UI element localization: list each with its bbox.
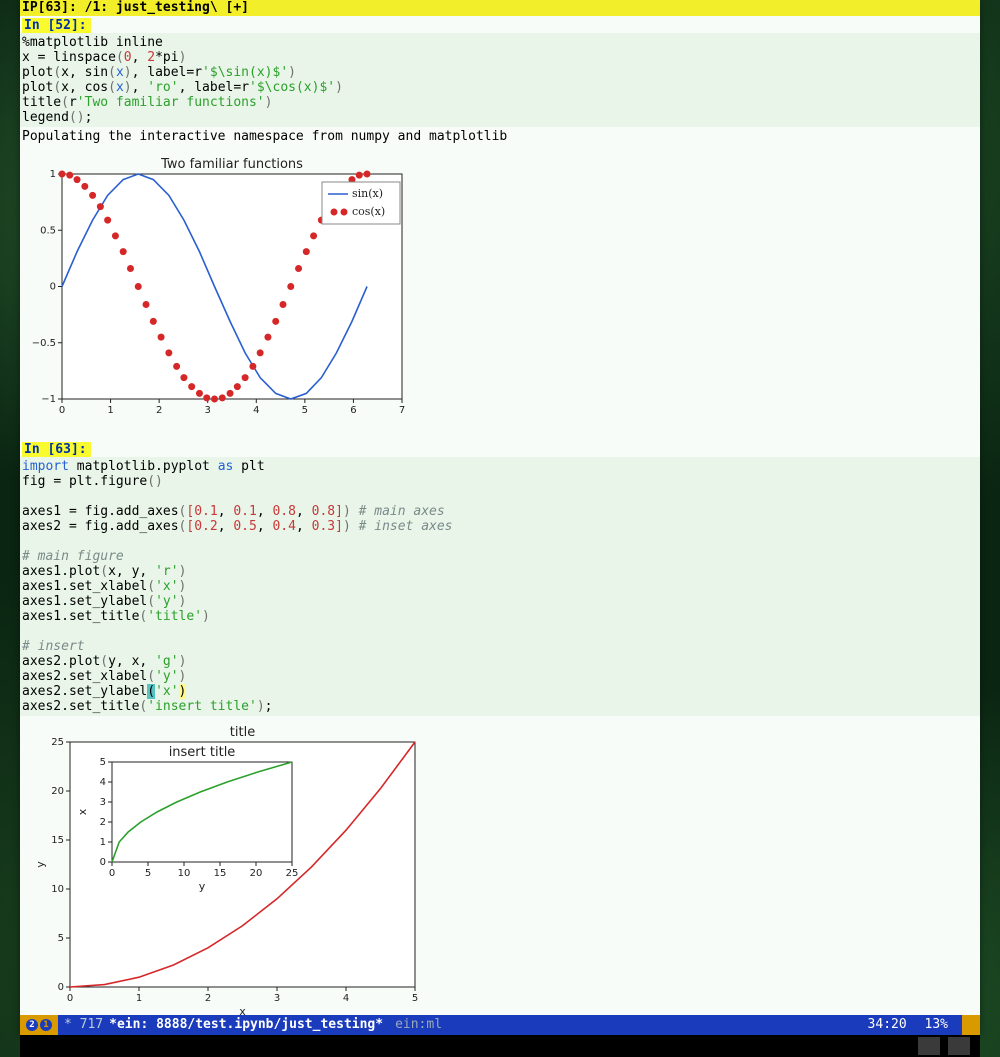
svg-text:0: 0 (50, 282, 56, 293)
svg-text:25: 25 (286, 868, 299, 879)
svg-text:6: 6 (350, 405, 356, 416)
svg-text:4: 4 (253, 405, 259, 416)
plot-sin-cos: 0 1 2 3 4 5 6 7 −1 −0.5 0 0.5 1 Two familiar function… (22, 152, 422, 422)
svg-text:4: 4 (343, 993, 349, 1004)
modeline-status: * 717 (58, 1015, 109, 1035)
svg-text:0: 0 (58, 982, 64, 993)
cell-prompt: In [52]: (22, 18, 91, 33)
svg-text:2: 2 (100, 817, 106, 828)
svg-text:0: 0 (100, 857, 106, 868)
svg-text:10: 10 (178, 868, 191, 879)
svg-text:1: 1 (100, 837, 106, 848)
svg-text:5: 5 (58, 933, 64, 944)
titlebar-text: IP[63]: /1: just_testing\ [+] (22, 0, 249, 15)
svg-text:20: 20 (250, 868, 263, 879)
svg-text:3: 3 (274, 993, 280, 1004)
svg-text:y: y (34, 861, 47, 868)
cell-stdout: Populating the interactive namespace fro… (20, 127, 980, 146)
plot-inset: 0 1 2 3 4 5 0 5 10 15 20 25 title x y 0 5 10 15 20 25 0 1 2 3 4 5 i… (22, 722, 452, 1022)
svg-text:15: 15 (51, 835, 64, 846)
svg-text:3: 3 (100, 797, 106, 808)
minibuffer[interactable] (20, 1035, 980, 1057)
modeline-mode: ein:ml (383, 1015, 442, 1035)
svg-text:−1: −1 (41, 394, 56, 405)
modeline-position: 34:20 (868, 1017, 907, 1032)
svg-text:10: 10 (51, 884, 64, 895)
cell-code[interactable]: %matplotlib inlinex = linspace(0, 2*pi)p… (20, 33, 980, 127)
svg-text:1: 1 (136, 993, 142, 1004)
svg-text:4: 4 (100, 777, 106, 788)
svg-text:insert title: insert title (169, 745, 236, 760)
svg-text:15: 15 (214, 868, 227, 879)
svg-text:0: 0 (59, 405, 65, 416)
svg-text:cos(x): cos(x) (352, 205, 385, 218)
svg-text:x: x (76, 808, 89, 815)
modeline-percent: 13% (915, 1017, 958, 1032)
svg-text:5: 5 (412, 993, 418, 1004)
notebook-cell[interactable]: In [52]: %matplotlib inlinex = linspace(… (20, 16, 980, 440)
modeline-buffer: *ein: 8888/test.ipynb/just_testing* (109, 1015, 383, 1035)
svg-text:2: 2 (156, 405, 162, 416)
svg-text:0: 0 (67, 993, 73, 1004)
svg-text:5: 5 (145, 868, 151, 879)
window-titlebar: IP[63]: /1: just_testing\ [+] (20, 0, 980, 16)
svg-text:title: title (230, 725, 255, 740)
svg-text:2: 2 (205, 993, 211, 1004)
svg-text:−0.5: −0.5 (32, 338, 56, 349)
svg-text:y: y (199, 880, 206, 893)
svg-text:0.5: 0.5 (40, 225, 56, 236)
cell-prompt: In [63]: (22, 442, 91, 457)
svg-text:25: 25 (51, 737, 64, 748)
svg-text:sin(x): sin(x) (352, 187, 383, 200)
svg-text:1: 1 (50, 169, 56, 180)
cell-output-plot: 0123450510152025titlexy0510152025012345i… (20, 716, 980, 1040)
svg-text:5: 5 (100, 757, 106, 768)
svg-text:20: 20 (51, 786, 64, 797)
modeline: 2 1 * 717 *ein: 8888/test.ipynb/just_tes… (20, 1015, 980, 1035)
editor-frame: IP[63]: /1: just_testing\ [+] In [52]: %… (20, 0, 980, 1035)
svg-text:1: 1 (107, 405, 113, 416)
modeline-badge: 2 1 (20, 1015, 58, 1035)
cell-output-plot: 0 1 2 3 4 5 6 7 −1 −0.5 0 0.5 1 Two familiar function… (20, 146, 980, 440)
svg-text:Two familiar functions: Two familiar functions (160, 157, 303, 172)
badge-icon: 2 (26, 1019, 38, 1031)
svg-text:7: 7 (399, 405, 405, 416)
badge-icon: 1 (40, 1019, 52, 1031)
modeline-scroll-indicator (962, 1015, 980, 1035)
notebook-cell[interactable]: In [63]: import matplotlib.pyplot as plt… (20, 440, 980, 1040)
cell-code[interactable]: import matplotlib.pyplot as pltfig = plt… (20, 457, 980, 716)
svg-text:3: 3 (205, 405, 211, 416)
svg-text:0: 0 (109, 868, 115, 879)
svg-text:5: 5 (302, 405, 308, 416)
